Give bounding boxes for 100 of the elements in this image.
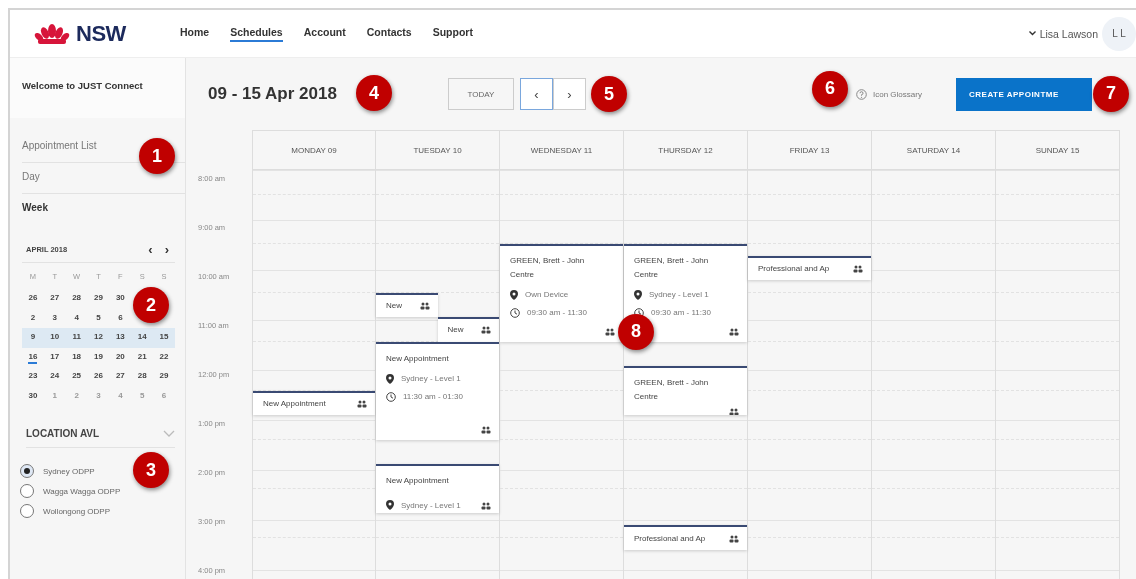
appointment-time: 09:30 am - 11:30 [651, 308, 711, 317]
appointment-title: Professional and Ap [758, 263, 830, 275]
calendar-day[interactable]: 14 [137, 331, 147, 345]
next-month-button[interactable]: › [164, 243, 169, 256]
help-icon[interactable] [856, 88, 867, 100]
calendar-day[interactable]: 30 [115, 292, 125, 306]
appointment-card[interactable]: GREEN, Brett - John Centre [624, 366, 747, 415]
appointment-title: GREEN, Brett - John Centre [510, 254, 586, 281]
calendar-day[interactable]: 13 [115, 331, 125, 345]
appointment-card[interactable]: New [376, 292, 438, 317]
calendar-day[interactable]: 18 [72, 350, 82, 364]
view-option[interactable]: Week [22, 194, 185, 225]
appointment-title: Professional and Ap [634, 532, 706, 545]
callout-badge: 5 [591, 76, 627, 112]
day-header: THURSDAY 12 [624, 130, 748, 170]
clock-icon [386, 391, 396, 402]
calendar-day[interactable]: 26 [28, 292, 38, 306]
calendar-day[interactable]: 28 [137, 370, 147, 384]
calendar-day[interactable]: 4 [74, 311, 79, 325]
callout-badge: 4 [356, 75, 392, 111]
day-header: TUESDAY 10 [376, 130, 500, 170]
location-pin-icon [386, 373, 394, 384]
location-option[interactable]: Wollongong ODPP [20, 504, 110, 518]
location-label: Wagga Wagga ODPP [43, 486, 121, 496]
callout-badge: 7 [1093, 75, 1129, 112]
callout-badge: 1 [139, 138, 175, 174]
appointment-time: 09:30 am - 11:30 [527, 308, 587, 317]
calendar-day[interactable]: 27 [50, 292, 60, 306]
location-title: LOCATION AVL [26, 428, 100, 439]
calendar-day[interactable]: 3 [52, 311, 57, 325]
nav-link[interactable]: Support [432, 25, 473, 42]
callout-badge: 6 [812, 70, 848, 107]
user-avatar[interactable]: L L [1102, 16, 1136, 51]
calendar-day[interactable]: 12 [94, 331, 103, 345]
appointment-card[interactable]: New Appointment [253, 390, 375, 415]
radio-button[interactable] [20, 504, 34, 518]
day-header: SATURDAY 14 [872, 130, 996, 170]
appointment-title: GREEN, Brett - John Centre [634, 377, 710, 403]
calendar-day[interactable]: 23 [28, 370, 38, 384]
appointment-title: New Appointment [386, 352, 450, 365]
calendar-day[interactable]: 11 [72, 331, 81, 345]
calendar-day[interactable]: 20 [115, 350, 125, 364]
location-option[interactable]: Sydney ODPP [20, 464, 95, 478]
appointment-card[interactable]: New Appointment Sydney - Level 1 [376, 464, 499, 513]
calendar-day[interactable]: 9 [30, 331, 36, 345]
location-option[interactable]: Wagga Wagga ODPP [20, 484, 121, 498]
calendar-day[interactable]: 15 [159, 331, 169, 345]
calendar-day[interactable]: 6 [118, 311, 123, 325]
appointment-title: GREEN, Brett - John Centre [634, 254, 710, 281]
calendar-day[interactable]: 26 [94, 370, 103, 384]
appointment-card[interactable]: GREEN, Brett - John Centre Own Device 09:30 am - 11:30 [500, 243, 623, 342]
calendar-day[interactable]: 28 [72, 292, 82, 306]
week-title: 09 - 15 Apr 2018 [208, 84, 337, 104]
appointment-card[interactable]: New Appointment Sydney - Level 1 11:30 am - 01:30 [376, 341, 499, 440]
create-appointment-button[interactable]: CREATE APPOINTME [956, 77, 1092, 111]
callout-badge: 2 [133, 287, 169, 323]
calendar-day[interactable]: 25 [72, 370, 82, 384]
people-icon [605, 327, 615, 336]
radio-button[interactable] [20, 464, 34, 478]
radio-button[interactable] [20, 484, 34, 498]
day-header: FRIDAY 13 [748, 130, 872, 170]
nav-link[interactable]: Home [180, 25, 210, 42]
appointment-time: 11:30 am - 01:30 [403, 392, 463, 401]
calendar-day[interactable]: 21 [137, 350, 147, 364]
calendar-day[interactable]: 29 [159, 370, 169, 384]
calendar-day[interactable]: 29 [94, 292, 103, 306]
welcome-text: Welcome to JUST Connect [10, 58, 185, 118]
calendar-day[interactable]: 24 [50, 370, 60, 384]
user-name[interactable]: Lisa Lawson [1039, 27, 1098, 40]
appointment-card[interactable]: New [437, 317, 499, 342]
calendar-day[interactable]: 27 [115, 370, 125, 384]
calendar-day[interactable]: 19 [94, 350, 103, 364]
nav-link[interactable]: Contacts [366, 25, 412, 42]
people-icon [357, 399, 367, 408]
calendar-day[interactable]: 10 [50, 331, 60, 345]
next-week-button[interactable]: › [553, 78, 586, 110]
nav-link[interactable]: Schedules [230, 25, 283, 42]
today-button[interactable]: TODAY [448, 78, 514, 110]
day-header: SUNDAY 15 [996, 130, 1120, 170]
people-icon [729, 327, 739, 336]
nav-link[interactable]: Account [303, 25, 346, 42]
people-icon [481, 326, 491, 335]
calendar-day[interactable]: 22 [159, 350, 169, 364]
previous-month-button[interactable]: ‹ [148, 243, 153, 256]
calendar-day[interactable]: 17 [50, 350, 60, 364]
caret-icon[interactable] [1028, 31, 1036, 36]
icon-glossary-link[interactable]: Icon Glossary [873, 89, 922, 99]
calendar-day[interactable]: 16 [28, 350, 38, 364]
appointment-location: Sydney - Level 1 [401, 374, 461, 383]
location-label: Sydney ODPP [43, 466, 95, 476]
appointment-card[interactable]: Professional and Ap [748, 255, 871, 281]
calendar-day[interactable]: 30 [28, 389, 38, 403]
location-pin-icon [386, 500, 394, 510]
calendar-day[interactable]: 2 [30, 311, 36, 325]
day-header: MONDAY 09 [252, 130, 376, 170]
people-icon [419, 301, 430, 310]
previous-week-button[interactable]: ‹ [520, 78, 553, 110]
appointment-card[interactable]: Professional and Ap [624, 525, 747, 550]
appointment-title: New Appointment [386, 475, 450, 487]
calendar-day[interactable]: 5 [96, 311, 101, 325]
